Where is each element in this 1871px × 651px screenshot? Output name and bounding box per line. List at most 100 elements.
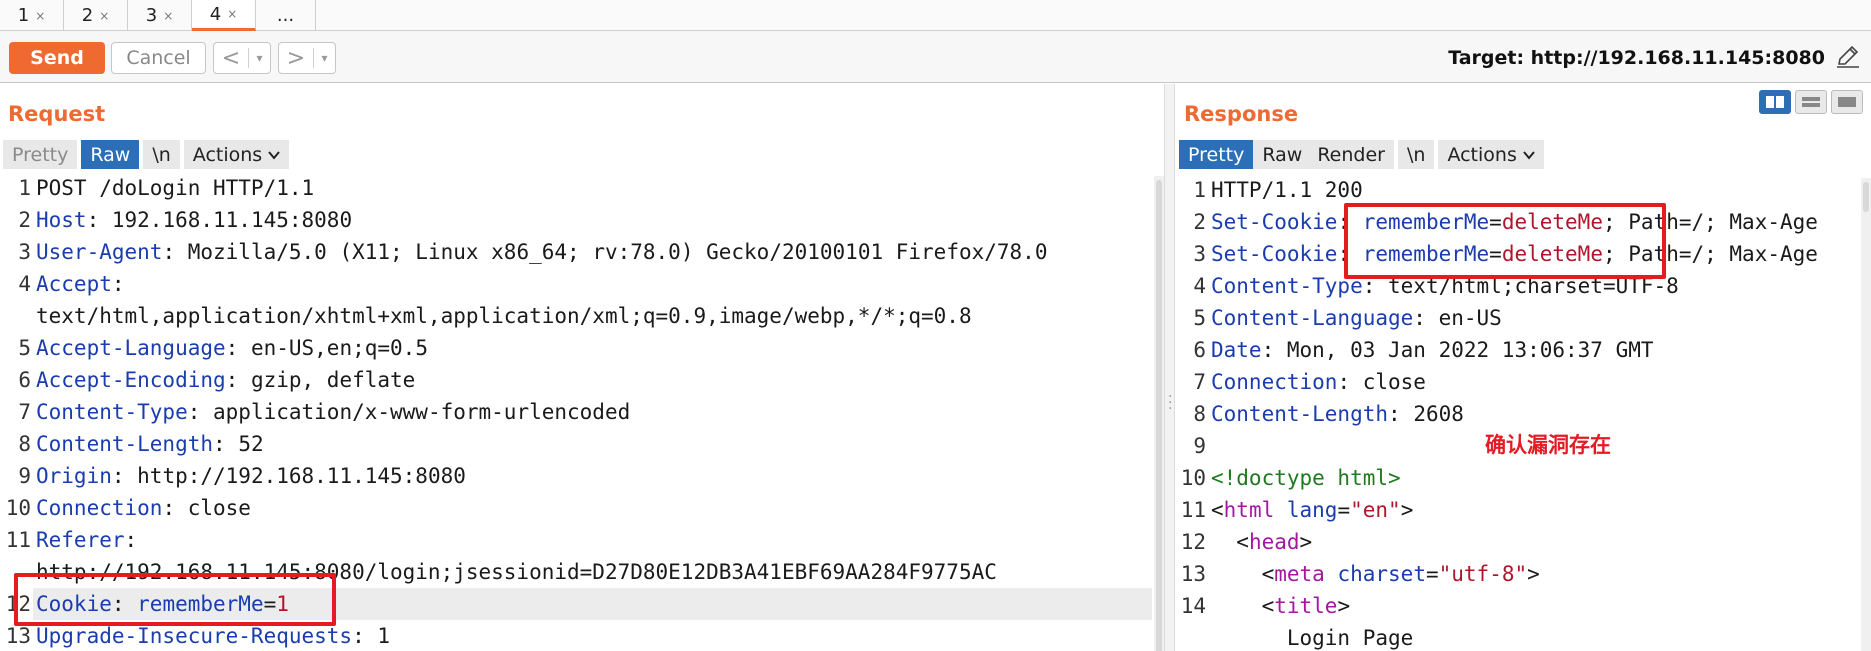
response-tab-raw[interactable]: Raw — [1253, 140, 1312, 169]
tab-4[interactable]: 4 × — [192, 0, 256, 31]
response-actions-menu[interactable]: Actions — [1438, 140, 1544, 169]
toolbar: Send Cancel < ▾ > ▾ Target: http://192.1… — [0, 31, 1871, 83]
response-line: 6 Date: Mon, 03 Jan 2022 13:06:37 GMT — [1175, 334, 1855, 366]
header-name: Accept-Language — [36, 336, 226, 360]
request-line-text: User-Agent: Mozilla/5.0 (X11; Linux x86_… — [36, 236, 1047, 268]
tag-name: html — [1223, 498, 1275, 522]
line-number: 10 — [1180, 466, 1206, 490]
request-line-text: Accept: — [36, 268, 125, 300]
header-name: Referer — [36, 528, 125, 552]
request-tab-pretty[interactable]: Pretty — [3, 140, 78, 169]
edit-target-pencil-icon[interactable] — [1835, 43, 1861, 69]
line-number: 14 — [1180, 594, 1206, 618]
response-scrollbar-thumb[interactable] — [1863, 182, 1869, 212]
response-line: 11 <html lang="en"> — [1175, 494, 1855, 526]
header-separator: : — [187, 400, 214, 424]
response-line-text: <title> — [1211, 590, 1351, 622]
attr-name: lang — [1274, 498, 1338, 522]
request-line: 9 Origin: http://192.168.11.145:8080 — [0, 460, 1150, 492]
header-name: Host — [36, 208, 87, 232]
header-separator: : — [352, 624, 378, 648]
line-number: 7 — [18, 400, 31, 424]
request-view-tabs: Pretty Raw \n Actions — [3, 140, 293, 169]
header-value: Mon, 03 Jan 2022 13:06:37 GMT — [1286, 338, 1654, 362]
send-button[interactable]: Send — [9, 42, 105, 74]
header-separator: : — [213, 432, 239, 456]
response-line-text: <!doctype html> — [1211, 462, 1401, 494]
header-separator: : — [111, 464, 138, 488]
attr-value: "en" — [1350, 498, 1401, 522]
request-line-text: Accept-Encoding: gzip, deflate — [36, 364, 415, 396]
close-icon[interactable]: × — [227, 7, 237, 21]
close-icon[interactable]: × — [163, 9, 173, 23]
line-number: 9 — [1193, 434, 1206, 458]
forward-history-dropdown-icon[interactable]: ▾ — [313, 48, 335, 68]
tag-close: > — [1400, 498, 1414, 522]
more-tabs-button[interactable]: ... — [256, 0, 316, 31]
request-line: 10 Connection: close — [0, 492, 1150, 524]
back-history-dropdown-icon[interactable]: ▾ — [248, 48, 270, 68]
tag-open: < — [1211, 498, 1224, 522]
tag-close: > — [1527, 562, 1540, 586]
layout-toggle-group — [1759, 90, 1863, 114]
header-name: Content-Length — [36, 432, 214, 456]
attr-equals: = — [1337, 498, 1351, 522]
header-name: Set-Cookie — [1211, 242, 1338, 266]
request-line-text: POST /doLogin HTTP/1.1 — [36, 176, 314, 204]
tag-name: head — [1248, 530, 1300, 554]
request-line-text: Connection: close — [36, 492, 251, 524]
header-separator: : — [124, 528, 138, 552]
response-line-text: Connection: close — [1211, 366, 1426, 398]
header-separator: : — [162, 240, 188, 264]
response-line-text: Content-Language: en-US — [1211, 302, 1502, 334]
plain-text: Login Page — [1211, 626, 1414, 650]
request-tab-raw[interactable]: Raw — [81, 140, 140, 169]
request-line-text: Host: 192.168.11.145:8080 — [36, 204, 352, 236]
forward-button[interactable]: > ▾ — [278, 42, 336, 74]
request-scrollbar[interactable] — [1154, 176, 1164, 651]
pane-splitter[interactable]: · · · — [1164, 84, 1175, 651]
line-number: 3 — [18, 240, 31, 264]
stacked-layout-icon[interactable] — [1795, 90, 1827, 114]
response-line-text: HTTP/1.1 200 — [1211, 178, 1363, 206]
header-value: application/x-www-form-urlencoded — [213, 400, 631, 424]
response-line: Login Page — [1175, 622, 1855, 651]
request-scrollbar-thumb[interactable] — [1156, 180, 1162, 651]
tab-strip: 1 × 2 × 3 × 4 ×... — [0, 0, 1871, 31]
plain-text: HTTP/1.1 200 — [1211, 178, 1363, 202]
response-newline-toggle[interactable]: \n — [1397, 140, 1435, 169]
close-icon[interactable]: × — [99, 9, 109, 23]
response-tab-pretty[interactable]: Pretty — [1179, 140, 1254, 169]
target-label: Target: http://192.168.11.145:8080 — [1448, 47, 1825, 69]
tab-1[interactable]: 1 × — [0, 0, 64, 31]
header-separator: : — [1261, 338, 1287, 362]
tabbed-layout-icon[interactable] — [1831, 90, 1863, 114]
cancel-button[interactable]: Cancel — [111, 42, 206, 74]
line-number: 2 — [18, 208, 31, 232]
line-number: 8 — [1193, 402, 1206, 426]
back-button[interactable]: < ▾ — [213, 42, 271, 74]
line-number: 11 — [5, 528, 31, 552]
splitter-grip-icon: · · · — [1168, 389, 1173, 417]
side-by-side-layout-icon[interactable] — [1759, 90, 1791, 114]
response-view-tabs: Pretty Raw Render \n Actions — [1179, 140, 1548, 169]
response-tab-render[interactable]: Render — [1311, 140, 1394, 169]
response-line: 5 Content-Language: en-US — [1175, 302, 1855, 334]
close-icon[interactable]: × — [35, 9, 45, 23]
request-actions-menu[interactable]: Actions — [183, 140, 290, 169]
response-line: 7 Connection: close — [1175, 366, 1855, 398]
response-line-text: Content-Length: 2608 — [1211, 398, 1464, 430]
header-name: Connection — [1211, 370, 1338, 394]
tab-2[interactable]: 2 × — [64, 0, 128, 31]
chevron-down-icon — [1523, 150, 1535, 160]
header-value: 1 — [377, 624, 391, 648]
request-line: 6 Accept-Encoding: gzip, deflate — [0, 364, 1150, 396]
header-name: Content-Type — [1211, 274, 1363, 298]
response-line-text: <head> — [1211, 526, 1312, 558]
tab-3[interactable]: 3 × — [128, 0, 192, 31]
request-newline-toggle[interactable]: \n — [143, 140, 180, 169]
line-number: 11 — [1180, 498, 1206, 522]
response-scrollbar[interactable] — [1861, 178, 1871, 651]
